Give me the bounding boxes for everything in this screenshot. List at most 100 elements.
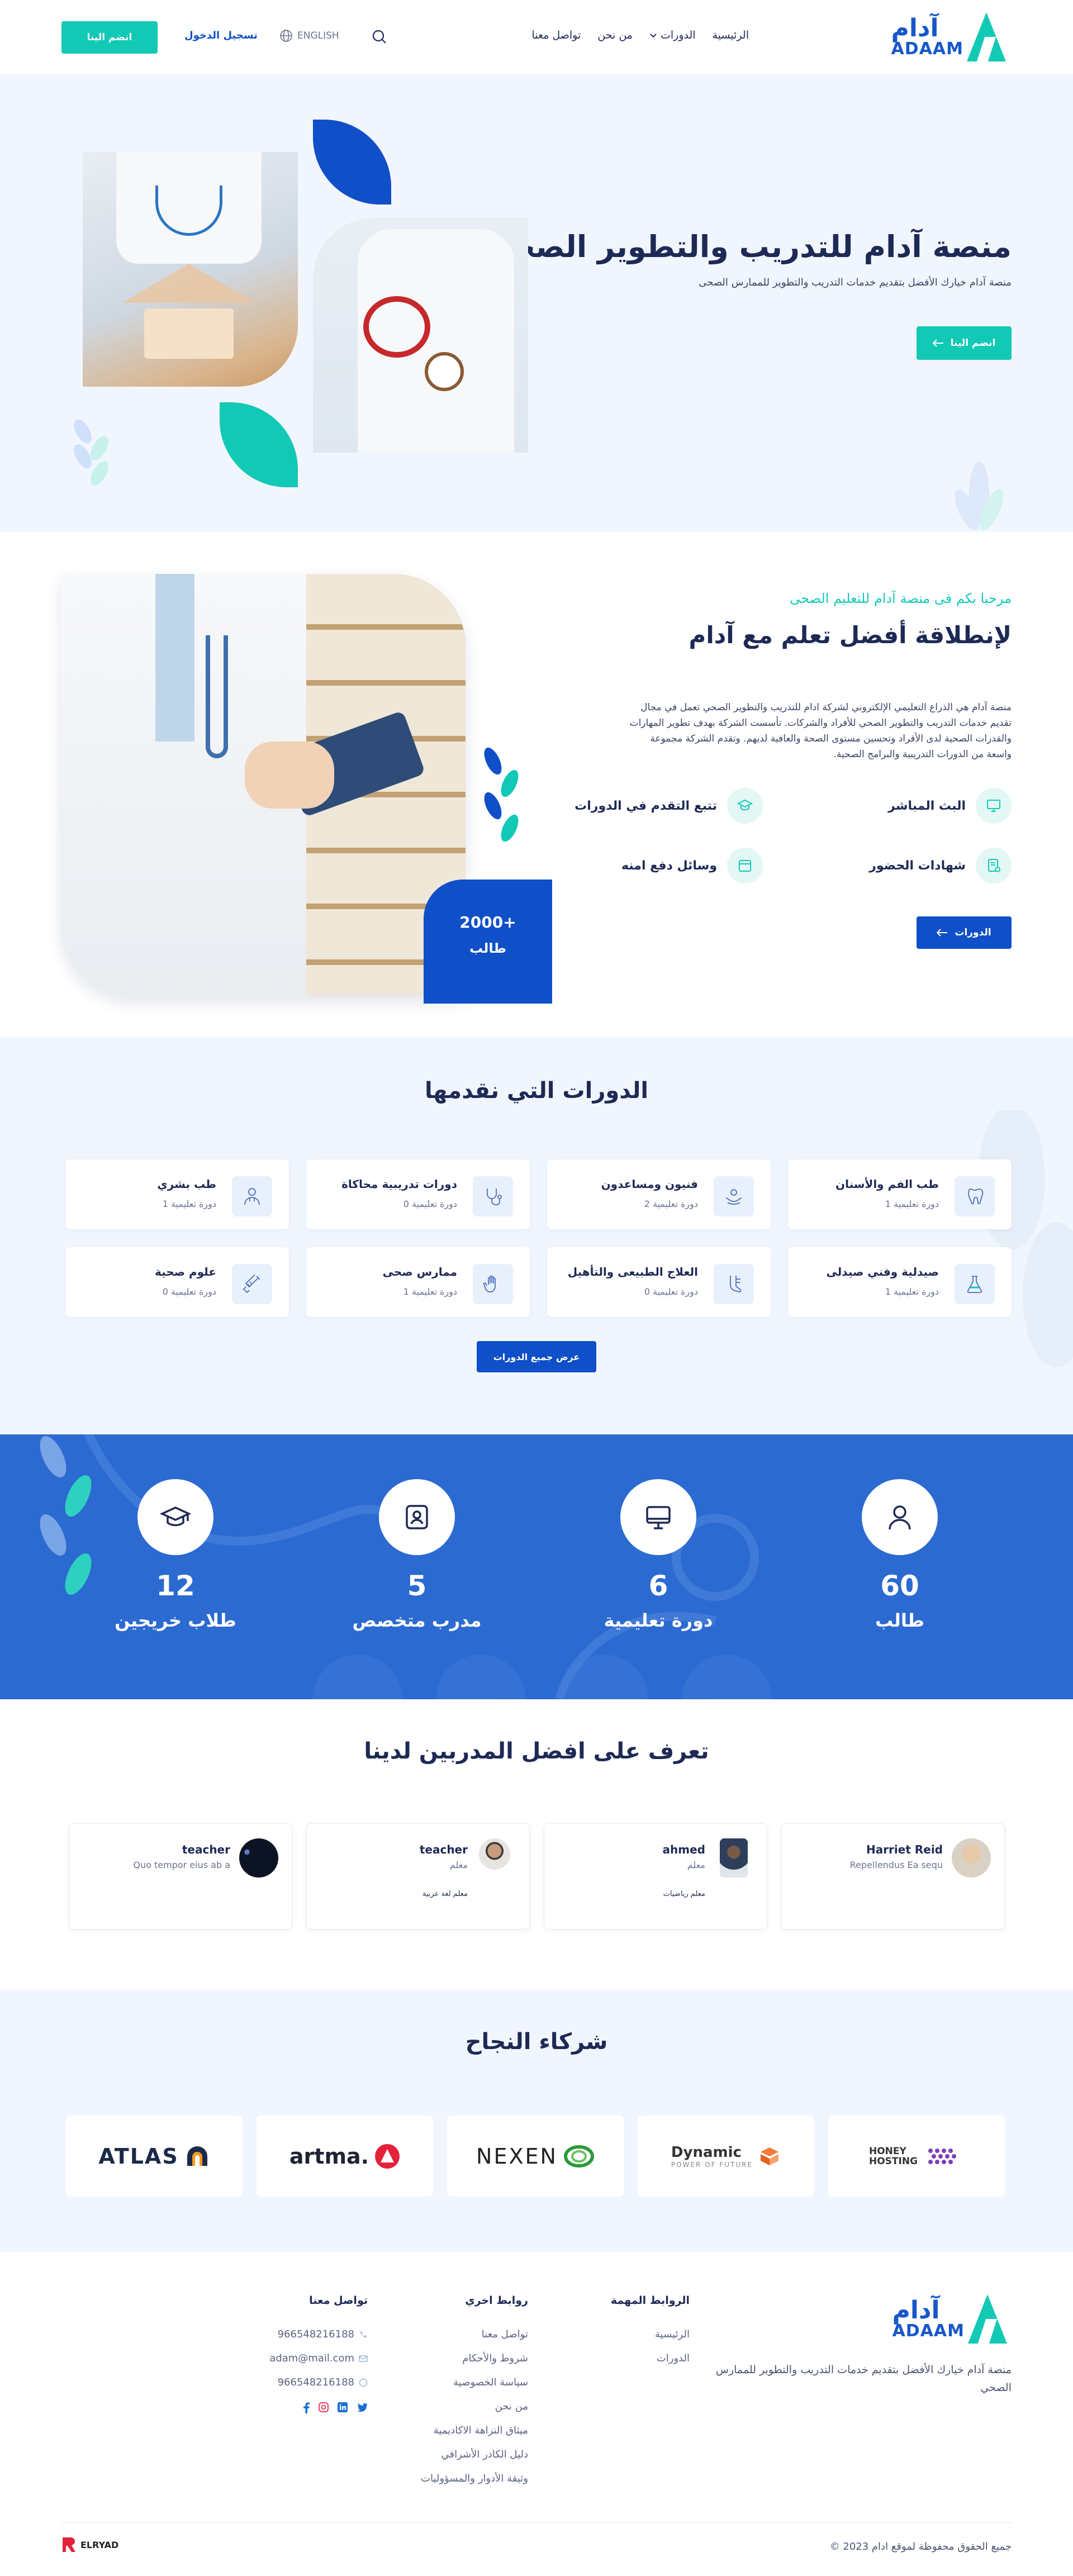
social-links bbox=[269, 2402, 368, 2413]
helping-hands-icon bbox=[714, 1176, 754, 1216]
join-button[interactable]: انضم الينا bbox=[61, 21, 158, 54]
nav-courses[interactable]: الدورات bbox=[649, 29, 696, 41]
stat-graduates: 12 طلاب خريجين bbox=[92, 1479, 259, 1631]
partner-logo-text: NEXEN bbox=[476, 2144, 558, 2169]
language-switch[interactable]: ENGLISH bbox=[279, 29, 339, 42]
footer-divider bbox=[61, 2522, 1012, 2523]
welcome-image bbox=[60, 574, 466, 996]
footer-link-roles[interactable]: وثيقة الأدوار والمسؤوليات bbox=[421, 2466, 528, 2491]
footer-column-title: تواصل معنا bbox=[309, 2294, 368, 2307]
welcome-title: لإنطلاقة أفضل تعلم مع آدام bbox=[689, 621, 1012, 649]
feature-progress: تتبع التقدم في الدورات bbox=[575, 788, 763, 824]
stat-label: طلاب خريجين bbox=[115, 1610, 236, 1631]
nav-about[interactable]: من نحن bbox=[597, 29, 633, 41]
footer-link-staff-guide[interactable]: دليل الكادر الأشرافي bbox=[421, 2442, 528, 2466]
nav-home[interactable]: الرئيسية bbox=[713, 29, 749, 41]
footer-link-privacy[interactable]: سياسة الخصوصية bbox=[421, 2370, 528, 2394]
hero-join-button[interactable]: انضم الينا bbox=[917, 326, 1012, 360]
view-all-courses-button[interactable]: عرض جميع الدورات bbox=[477, 1341, 596, 1372]
trainer-card[interactable]: ahmed معلم معلم رياضيات bbox=[544, 1823, 767, 1929]
welcome-paragraph: منصة آدام هي الذراع التعليمي الإلكتروني … bbox=[629, 702, 1012, 760]
courses-section: الدورات التي نقدمها طب الفم والأسنان دور… bbox=[0, 1038, 1073, 1434]
footer-whatsapp[interactable]: 966548216188 bbox=[269, 2370, 368, 2394]
flask-icon bbox=[955, 1264, 995, 1304]
ring-icon bbox=[563, 2145, 594, 2168]
trainer-card[interactable]: Harriet Reid Repellendus Ea sequ bbox=[781, 1823, 1005, 1929]
students-badge-label: طالب bbox=[469, 940, 507, 956]
course-card[interactable]: فنيون ومساعدون دورة تعليمية 2 bbox=[547, 1159, 771, 1229]
developer-credit-text: ELRYAD bbox=[80, 2539, 119, 2550]
phone-icon bbox=[360, 2331, 367, 2337]
facebook-icon[interactable] bbox=[303, 2402, 310, 2413]
footer-link-about[interactable]: من نحن bbox=[421, 2394, 528, 2418]
course-title: فنيون ومساعدون bbox=[601, 1177, 698, 1191]
footer-column-title: الروابط المهمة bbox=[610, 2294, 690, 2307]
trainers-title: تعرف على افضل المدربين لدينا bbox=[364, 1738, 709, 1764]
partner-logo-dynamic[interactable]: Dynamic POWER OF FUTURE bbox=[638, 2116, 814, 2197]
avatar bbox=[720, 1838, 748, 1878]
footer-phone[interactable]: 966548216188 bbox=[269, 2322, 368, 2346]
course-count: دورة تعليمية 2 bbox=[644, 1199, 698, 1209]
chevron-down-icon bbox=[650, 34, 657, 38]
stat-courses: 6 دورة تعليمية bbox=[575, 1479, 742, 1631]
cube-icon bbox=[761, 2147, 779, 2165]
course-title: طب بشري bbox=[157, 1177, 216, 1191]
search-icon[interactable] bbox=[372, 29, 387, 45]
logo-mark bbox=[967, 12, 1006, 61]
trainer-card[interactable]: teacher معلم معلم لغة عربية bbox=[306, 1823, 530, 1929]
courses-button[interactable]: الدورات bbox=[917, 916, 1012, 949]
footer-link-contact[interactable]: تواصل معنا bbox=[421, 2322, 528, 2346]
course-card[interactable]: دورات تدريبية محاكاة دورة تعليمية 0 bbox=[306, 1159, 530, 1229]
footer-logo[interactable]: آدام ADAAM bbox=[892, 2294, 1007, 2344]
triangle-badge-icon bbox=[375, 2144, 400, 2169]
partners-title: شركاء النجاح bbox=[465, 2029, 608, 2055]
partner-logo-honey-hosting[interactable]: HONEY HOSTING bbox=[828, 2116, 1005, 2197]
course-card[interactable]: العلاج الطبيعى والتأهيل دورة تعليمية 0 bbox=[547, 1247, 771, 1317]
footer-link-integrity[interactable]: ميثاق النزاهة الاكاديمية bbox=[421, 2418, 528, 2442]
site-header: آدام ADAAM الرئيسية الدورات من نحن تواصل… bbox=[0, 0, 1073, 74]
footer-link-home[interactable]: الرئيسية bbox=[611, 2322, 690, 2346]
footer-link-courses[interactable]: الدورات bbox=[611, 2346, 690, 2370]
instagram-icon[interactable] bbox=[319, 2402, 329, 2412]
arrow-left-icon bbox=[937, 929, 948, 937]
nav-contact[interactable]: تواصل معنا bbox=[531, 29, 581, 41]
footer-link-terms[interactable]: شروط والأحكام bbox=[421, 2346, 528, 2370]
trainer-role: Repellendus Ea sequ bbox=[849, 1860, 943, 1870]
partner-logo-artma[interactable]: artma. bbox=[257, 2116, 433, 2197]
course-card[interactable]: علوم صحية دورة تعليمية 0 bbox=[65, 1247, 289, 1317]
login-link[interactable]: تسجيل الدخول bbox=[184, 30, 258, 41]
partner-logo-text: artma. bbox=[289, 2144, 369, 2169]
stat-trainers: 5 مدرب متخصص bbox=[333, 1479, 501, 1631]
course-card[interactable]: طب الفم والأسنان دورة تعليمية 1 bbox=[788, 1159, 1012, 1229]
linkedin-icon[interactable] bbox=[338, 2402, 348, 2412]
course-title: العلاج الطبيعى والتأهيل bbox=[567, 1265, 698, 1279]
calendar-icon bbox=[727, 848, 763, 883]
footer-email[interactable]: adam@mail.com bbox=[269, 2346, 368, 2370]
trainer-role: معلم bbox=[687, 1860, 705, 1870]
partner-logo-nexen[interactable]: NEXEN bbox=[447, 2116, 624, 2197]
feature-progress-label: تتبع التقدم في الدورات bbox=[575, 799, 717, 813]
course-title: طب الفم والأسنان bbox=[835, 1177, 939, 1191]
course-card[interactable]: طب بشري دورة تعليمية 1 bbox=[65, 1159, 289, 1229]
course-card[interactable]: صيدلية وفني صيدلى دورة تعليمية 1 bbox=[788, 1247, 1012, 1317]
mail-icon bbox=[359, 2355, 368, 2362]
logo-text-ar: آدام bbox=[892, 2296, 940, 2325]
footer-other-links: روابط اخري تواصل معنا شروط والأحكام سياس… bbox=[421, 2294, 528, 2491]
feature-certificates-label: شهادات الحضور bbox=[869, 858, 966, 873]
trainer-card[interactable]: teacher Quo tempor eius ab a bbox=[69, 1823, 292, 1929]
feature-live-stream: البث المباشر bbox=[888, 788, 1012, 824]
site-logo[interactable]: آدام ADAAM bbox=[891, 12, 1006, 61]
developer-credit[interactable]: ELRYAD bbox=[61, 2536, 118, 2553]
course-title: دورات تدريبية محاكاة bbox=[341, 1177, 457, 1191]
students-badge: +2000 طالب bbox=[424, 880, 552, 1004]
user-icon bbox=[862, 1479, 938, 1555]
footer-important-links: الروابط المهمة الرئيسية الدورات bbox=[611, 2294, 690, 2370]
twitter-icon[interactable] bbox=[357, 2402, 368, 2412]
footer-phone-text: 966548216188 bbox=[277, 2328, 354, 2340]
trainer-name: teacher bbox=[182, 1843, 230, 1856]
hand-icon bbox=[473, 1264, 513, 1304]
course-card[interactable]: ممارس صحى دورة تعليمية 1 bbox=[306, 1247, 530, 1317]
hero-join-label: انضم الينا bbox=[950, 338, 996, 349]
partner-logo-atlas[interactable]: ATLAS bbox=[66, 2116, 243, 2197]
join-button-label: انضم الينا bbox=[87, 32, 132, 43]
